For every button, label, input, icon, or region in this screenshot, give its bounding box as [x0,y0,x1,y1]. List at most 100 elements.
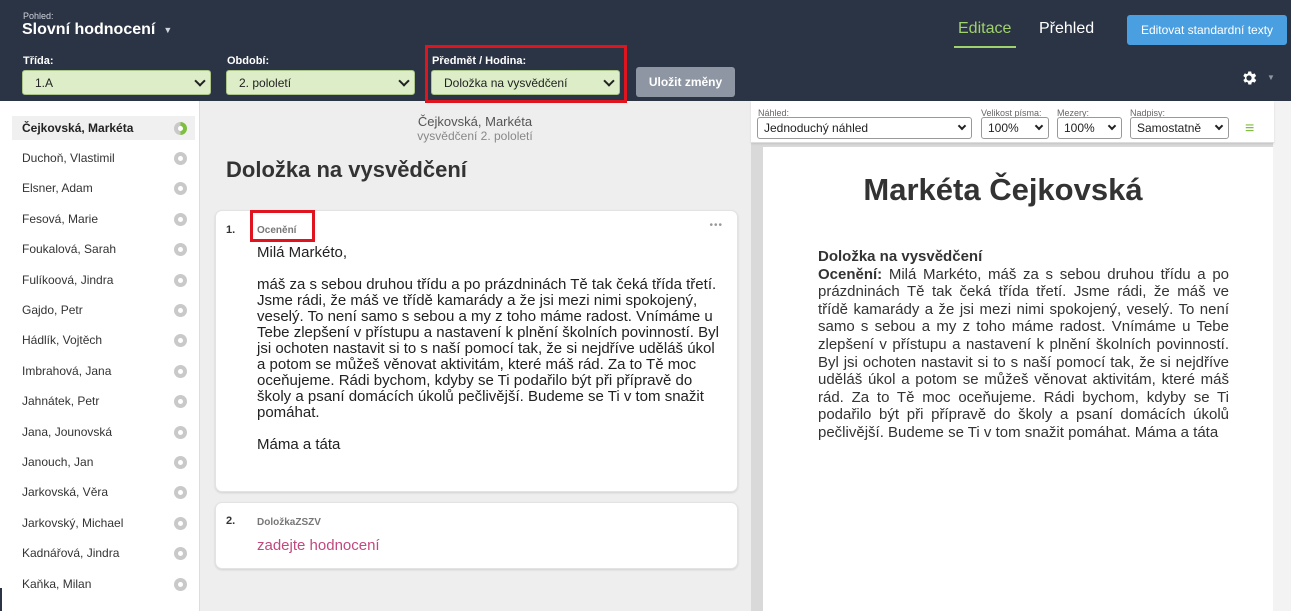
student-name: Fulíkoová, Jindra [22,273,114,287]
status-dot-icon [174,577,187,591]
more-options-icon[interactable]: ••• [709,220,723,231]
list-item[interactable]: Hádlík, Vojtěch [12,328,195,352]
student-name: Kaňka, Milan [22,577,92,591]
chevron-down-icon [1214,121,1224,131]
trida-select[interactable]: 1.A [22,70,211,95]
font-size-select[interactable]: 100% [981,117,1049,139]
preview-mode-value: Jednoduchý náhled [764,121,869,135]
status-dot-icon [174,516,187,530]
chevron-down-icon [1034,121,1044,131]
preview-scrollbar[interactable] [1273,101,1291,611]
headings-select[interactable]: Samostatně [1130,117,1229,139]
status-dot-icon [174,485,187,499]
preview-section-title: Doložka na vysvědčení [818,248,983,265]
headings-value: Samostatně [1137,121,1202,135]
status-dot-icon [174,181,187,195]
list-item[interactable]: Jarkovský, Michael [12,511,195,535]
obdobi-value: 2. pololetí [239,75,292,90]
status-dot-icon [174,546,187,560]
student-name: Foukalová, Sarah [22,242,117,256]
list-item[interactable]: Gajdo, Petr [12,298,195,322]
student-name: Hádlík, Vojtěch [22,333,103,347]
evaluation-text[interactable]: Milá Markéto, máš za s sebou druhou tříd… [257,245,727,453]
student-name: Jana, Jounovská [22,425,113,439]
list-item[interactable]: Janouch, Jan [12,450,195,474]
card-number: 2. [226,515,236,527]
list-item[interactable]: Foukalová, Sarah [12,237,195,261]
preview-text: Doložka na vysvědčení Ocenění: Milá Mark… [818,248,1229,442]
progress-status-icon [174,121,187,135]
caret-down-icon: ▼ [163,25,173,35]
student-name: Jarkovská, Věra [22,485,109,499]
obdobi-select[interactable]: 2. pololetí [226,70,415,95]
gear-icon [1243,71,1257,85]
card-number: 1. [226,224,236,236]
view-title: Slovní hodnocení [22,21,156,38]
student-name: Jahnátek, Petr [22,394,100,408]
student-item-cejkovska[interactable]: Čejkovská, Markéta [12,116,195,140]
student-name: Kadnářová, Jindra [22,546,120,560]
preview-mode-select[interactable]: Jednoduchý náhled [757,117,972,139]
student-name: Elsner, Adam [22,181,93,195]
spacing-value: 100% [1064,121,1095,135]
list-item[interactable]: Elsner, Adam [12,176,195,200]
list-item[interactable]: Jahnátek, Petr [12,389,195,413]
save-changes-button[interactable]: Uložit změny [636,67,735,97]
preview-body: Milá Markéto, máš za s sebou druhou tříd… [818,265,1229,441]
card-title: DoložkaZSZV [257,517,321,528]
preview-student-name: Markéta Čejkovská [863,172,1143,207]
student-name: Fesová, Marie [22,212,99,226]
status-dot-icon [174,303,187,317]
status-dot-icon [174,333,187,347]
list-item[interactable]: Jarkovská, Věra [12,480,195,504]
chevron-down-icon [1107,121,1117,131]
trida-label: Třída: [23,55,54,67]
student-name: Duchoň, Vlastimil [22,151,115,165]
trida-value: 1.A [35,75,54,90]
chevron-down-icon [194,74,206,87]
tab-prehled[interactable]: Přehled [1039,20,1094,38]
chevron-down-icon [398,74,410,87]
status-dot-icon [174,212,187,226]
edit-standard-texts-button[interactable]: Editovat standardní texty [1127,15,1287,45]
top-bar: Pohled: Slovní hodnocení ▼ Editace Přehl… [0,0,1291,103]
student-name: Gajdo, Petr [22,303,83,317]
evaluation-card-2[interactable]: 2. DoložkaZSZV zadejte hodnocení [215,502,738,569]
active-tab-underline [954,46,1016,48]
list-item[interactable]: Imbrahová, Jana [12,359,195,383]
student-name: Janouch, Jan [22,455,94,469]
student-name: Jarkovský, Michael [22,516,124,530]
editor-period: vysvědčení 2. pololetí [417,129,533,143]
greeting-text: Milá Markéto, [257,244,348,261]
preview-sub-label: Ocenění: [818,265,883,283]
enter-evaluation-link[interactable]: zadejte hodnocení [257,537,380,554]
list-item[interactable]: Duchoň, Vlastimil [12,146,195,170]
status-dot-icon [174,425,187,439]
list-item[interactable]: Kaňka, Milan [12,572,195,596]
font-size-value: 100% [988,121,1019,135]
view-selector[interactable]: Slovní hodnocení ▼ [22,21,172,39]
status-dot-icon [174,364,187,378]
highlight-frame [250,210,315,242]
body-text: máš za s sebou druhou třídu a po prázdni… [257,276,719,421]
obdobi-label: Období: [227,55,270,67]
list-item[interactable]: Fesová, Marie [12,207,195,231]
evaluation-card-1[interactable]: 1. Ocenění ••• Milá Markéto, máš za s se… [215,210,738,492]
view-label: Pohled: [23,11,54,21]
list-item[interactable]: Kadnářová, Jindra [12,541,195,565]
section-heading: Doložka na vysvědčení [226,157,467,182]
list-item[interactable]: Fulíkoová, Jindra [12,268,195,292]
signature-text: Máma a táta [257,436,341,453]
list-item[interactable]: Jana, Jounovská [12,420,195,444]
tab-editace[interactable]: Editace [958,20,1011,38]
status-dot-icon [174,151,187,165]
status-dot-icon [174,455,187,469]
editor-student-name: Čejkovská, Markéta [417,114,533,129]
highlight-frame [425,45,627,103]
sidebar-accent-bar [0,588,2,611]
settings-button[interactable] [1240,68,1260,88]
chevron-down-icon [957,121,967,131]
list-icon[interactable]: ≡ [1245,120,1254,138]
status-dot-icon [174,273,187,287]
spacing-select[interactable]: 100% [1057,117,1122,139]
